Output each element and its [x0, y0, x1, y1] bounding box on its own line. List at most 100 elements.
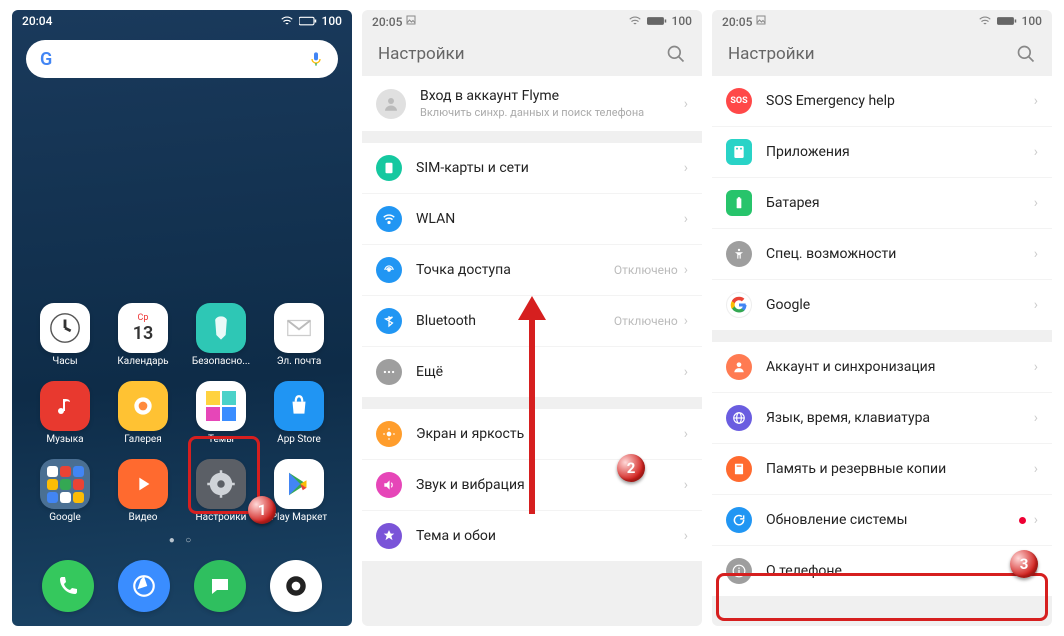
- chevron-right-icon: ›: [1034, 410, 1038, 426]
- status-battery: 100: [672, 14, 692, 28]
- app-calendar[interactable]: Ср 13 Календарь: [108, 303, 178, 367]
- dock: [12, 552, 352, 626]
- wifi-icon: [978, 14, 992, 28]
- status-battery: 100: [322, 14, 342, 28]
- dock-phone[interactable]: [42, 560, 94, 612]
- chevron-right-icon: ›: [684, 477, 688, 493]
- google-g-icon: [726, 292, 752, 318]
- status-bar: 20:05 100: [362, 10, 702, 32]
- wifi-icon: [376, 206, 402, 232]
- home-empty-space: [12, 88, 352, 297]
- chevron-right-icon: ›: [684, 364, 688, 380]
- chevron-right-icon: ›: [1034, 195, 1038, 211]
- chevron-right-icon: ›: [684, 96, 688, 112]
- highlight-box-3: [716, 573, 1048, 621]
- wifi-icon: [280, 14, 294, 28]
- row-sound[interactable]: Звук и вибрация ›: [362, 460, 702, 511]
- app-appstore[interactable]: App Store: [264, 381, 334, 445]
- page-title: Настройки: [378, 44, 465, 64]
- storage-icon: [726, 456, 752, 482]
- globe-icon: [726, 405, 752, 431]
- row-display[interactable]: Экран и яркость ›: [362, 409, 702, 460]
- app-google-folder[interactable]: Google: [30, 459, 100, 523]
- app-video[interactable]: Видео: [108, 459, 178, 523]
- chevron-right-icon: ›: [1034, 297, 1038, 313]
- app-grid: Часы Ср 13 Календарь Безопасно... Эл. по…: [12, 297, 352, 533]
- google-search[interactable]: G: [26, 40, 338, 78]
- search-icon[interactable]: [1016, 44, 1036, 64]
- dock-camera[interactable]: [270, 560, 322, 612]
- callout-2: 2: [617, 454, 645, 482]
- chevron-right-icon: ›: [684, 313, 688, 329]
- apps-icon: [726, 139, 752, 165]
- callout-3: 3: [1010, 550, 1038, 578]
- row-theme[interactable]: Тема и обои ›: [362, 511, 702, 561]
- search-icon[interactable]: [666, 44, 686, 64]
- sos-icon: SOS: [726, 88, 752, 114]
- chevron-right-icon: ›: [1034, 512, 1038, 528]
- hotspot-icon: [376, 257, 402, 283]
- phone-settings-2: 20:05 100 Настройки SOS SOS Emergency he…: [712, 10, 1052, 626]
- dock-messages[interactable]: [194, 560, 246, 612]
- battery-icon: [647, 16, 667, 26]
- row-more[interactable]: Ещё ›: [362, 347, 702, 397]
- status-time: 20:05: [722, 15, 752, 29]
- app-music[interactable]: Музыка: [30, 381, 100, 445]
- chevron-right-icon: ›: [1034, 461, 1038, 477]
- app-gallery[interactable]: Галерея: [108, 381, 178, 445]
- status-time: 20:04: [22, 14, 52, 28]
- screenshot-icon: [405, 14, 417, 26]
- accessibility-icon: [726, 241, 752, 267]
- wifi-icon: [628, 14, 642, 28]
- status-bar: 20:04 100: [12, 10, 352, 32]
- sound-icon: [376, 472, 402, 498]
- update-icon: [726, 507, 752, 533]
- status-battery: 100: [1022, 14, 1042, 28]
- settings-header: Настройки: [362, 32, 702, 76]
- row-battery[interactable]: Батарея ›: [712, 178, 1052, 229]
- google-logo: G: [40, 49, 52, 70]
- row-google[interactable]: Google ›: [712, 280, 1052, 330]
- row-wlan[interactable]: WLAN ›: [362, 194, 702, 245]
- avatar-icon: [376, 89, 406, 119]
- account-icon: [726, 354, 752, 380]
- phone-settings-1: 20:05 100 Настройки Вход в аккаунт Flyme…: [362, 10, 702, 626]
- status-bar: 20:05 100: [712, 10, 1052, 32]
- chevron-right-icon: ›: [684, 528, 688, 544]
- row-language[interactable]: Язык, время, клавиатура ›: [712, 393, 1052, 444]
- row-hotspot[interactable]: Точка доступа Отключено ›: [362, 245, 702, 296]
- bluetooth-icon: [376, 308, 402, 334]
- display-icon: [376, 421, 402, 447]
- chevron-right-icon: ›: [1034, 246, 1038, 262]
- app-security[interactable]: Безопасно...: [186, 303, 256, 367]
- chevron-right-icon: ›: [1034, 93, 1038, 109]
- row-apps[interactable]: Приложения ›: [712, 127, 1052, 178]
- row-bluetooth[interactable]: Bluetooth Отключено ›: [362, 296, 702, 347]
- row-storage[interactable]: Память и резервные копии ›: [712, 444, 1052, 495]
- chevron-right-icon: ›: [684, 160, 688, 176]
- row-accessibility[interactable]: Спец. возможности ›: [712, 229, 1052, 280]
- page-title: Настройки: [728, 44, 815, 64]
- row-account-sync[interactable]: Аккаунт и синхронизация ›: [712, 342, 1052, 393]
- app-email[interactable]: Эл. почта: [264, 303, 334, 367]
- screenshot-icon: [755, 14, 767, 26]
- more-icon: [376, 359, 402, 385]
- app-clock[interactable]: Часы: [30, 303, 100, 367]
- row-flyme-login[interactable]: Вход в аккаунт Flyme Включить синхр. дан…: [362, 76, 702, 131]
- chevron-right-icon: ›: [684, 211, 688, 227]
- settings-header: Настройки: [712, 32, 1052, 76]
- row-sos[interactable]: SOS SOS Emergency help ›: [712, 76, 1052, 127]
- chevron-right-icon: ›: [684, 426, 688, 442]
- mic-icon[interactable]: [308, 49, 324, 69]
- chevron-right-icon: ›: [1034, 359, 1038, 375]
- sim-icon: [376, 155, 402, 181]
- row-system-update[interactable]: Обновление системы ›: [712, 495, 1052, 546]
- battery-icon: [299, 16, 317, 26]
- phone-home: 20:04 100 G Часы Ср 13 Календарь: [12, 10, 352, 626]
- dock-browser[interactable]: [118, 560, 170, 612]
- page-indicator: ● ○: [12, 533, 352, 552]
- callout-1: 1: [248, 496, 276, 524]
- chevron-right-icon: ›: [684, 262, 688, 278]
- row-sim[interactable]: SIM-карты и сети ›: [362, 143, 702, 194]
- update-dot: [1019, 517, 1026, 524]
